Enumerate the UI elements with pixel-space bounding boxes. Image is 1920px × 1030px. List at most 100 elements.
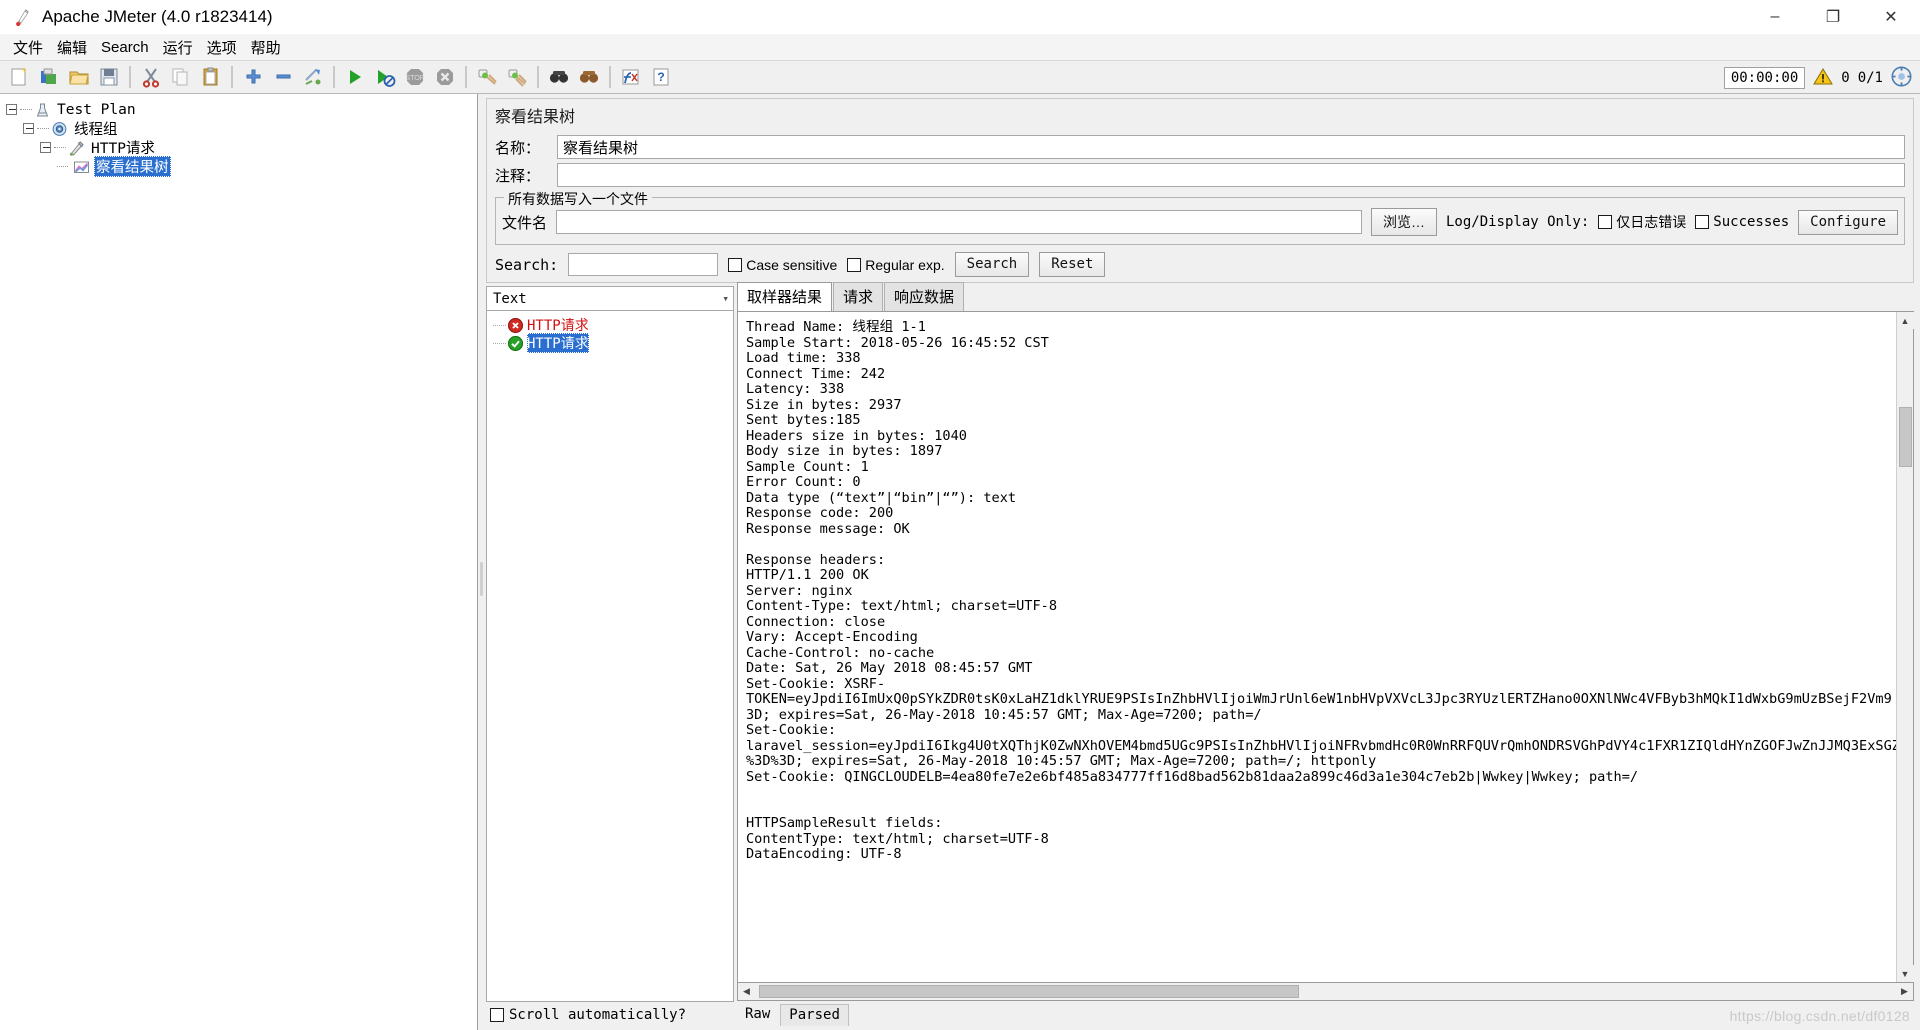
configure-button[interactable]: Configure (1798, 209, 1898, 235)
scroll-automatically-wrap[interactable]: Scroll automatically? (486, 1002, 734, 1026)
search-reset-button[interactable]: Reset (1039, 252, 1106, 277)
stop-button[interactable]: STOP (400, 63, 430, 92)
menu-bar: 文件 编辑 Search 运行 选项 帮助 (0, 34, 1920, 61)
reset-search-button[interactable] (574, 63, 604, 92)
hscroll-track[interactable] (755, 984, 1896, 999)
close-button[interactable]: ✕ (1862, 0, 1920, 34)
results-tree[interactable]: HTTP请求 HTTP请求 (486, 311, 734, 1002)
main-area: Test Plan 线程组 HTTP请求 察看结果树 察看结果树 名称： 察看结… (0, 94, 1920, 1030)
test-plan-tree: Test Plan 线程组 HTTP请求 察看结果树 (6, 100, 477, 177)
sampler-result-text: Thread Name: 线程组 1-1 Sample Start: 2018-… (746, 319, 1896, 862)
clear-button[interactable] (472, 63, 502, 92)
hscrollbar-thumb[interactable] (759, 985, 1299, 998)
results-area: Text ▾ HTTP请求 HTTP请求 Scroll automaticall… (486, 282, 1914, 1026)
errors-only-checkbox[interactable] (1598, 215, 1613, 229)
cut-button[interactable] (136, 63, 166, 92)
scroll-automatically-label: Scroll automatically? (509, 1007, 687, 1023)
templates-button[interactable] (34, 63, 64, 92)
menu-run[interactable]: 运行 (156, 35, 200, 60)
http-request-icon (68, 140, 85, 156)
start-button[interactable] (340, 63, 370, 92)
tree-node-test-plan[interactable]: Test Plan (6, 100, 477, 119)
errors-only-checkbox-wrap[interactable]: 仅日志错误 (1598, 212, 1686, 232)
regular-exp-checkbox[interactable] (847, 257, 862, 272)
filename-input[interactable] (556, 210, 1362, 234)
name-input[interactable] (557, 135, 1905, 159)
clear-all-button[interactable] (502, 63, 532, 92)
window-controls: – ❐ ✕ (1746, 0, 1920, 34)
successes-checkbox-wrap[interactable]: Successes (1695, 214, 1789, 230)
start-no-pauses-button[interactable] (370, 63, 400, 92)
horizontal-scrollbar[interactable]: ◀ ▶ (737, 983, 1914, 1001)
case-sensitive-checkbox-wrap[interactable]: Case sensitive (728, 257, 837, 273)
filename-label: 文件名 (502, 214, 548, 232)
write-all-data-to-file-legend: 所有数据写入一个文件 (504, 189, 652, 209)
maximize-button[interactable]: ❐ (1804, 0, 1862, 34)
successes-checkbox[interactable] (1695, 215, 1710, 229)
help-button[interactable]: ? (646, 63, 676, 92)
result-item-failed[interactable]: HTTP请求 (493, 316, 733, 334)
toolbar-separator (537, 66, 539, 88)
open-button[interactable] (64, 63, 94, 92)
scroll-down-icon[interactable]: ▼ (1896, 965, 1914, 982)
tree-label-view-results-tree: 察看结果树 (94, 156, 171, 177)
renderer-select[interactable]: Text ▾ (486, 286, 734, 311)
bottom-tab-raw[interactable]: Raw (737, 1004, 778, 1026)
regular-exp-checkbox-wrap[interactable]: Regular exp. (847, 257, 945, 273)
tree-node-thread-group[interactable]: 线程组 (6, 119, 477, 138)
toggle-button[interactable] (298, 63, 328, 92)
toolbar-separator (129, 66, 131, 88)
svg-text:STOP: STOP (406, 75, 425, 82)
menu-edit[interactable]: 编辑 (50, 35, 94, 60)
scroll-up-icon[interactable]: ▲ (1896, 312, 1914, 329)
browse-button[interactable]: 浏览… (1370, 208, 1437, 236)
tree-expand-handle-thread-group[interactable] (23, 123, 34, 134)
collapse-button[interactable] (268, 63, 298, 92)
search-input[interactable] (568, 253, 719, 276)
test-plan-tree-pane[interactable]: Test Plan 线程组 HTTP请求 察看结果树 (0, 94, 478, 1030)
scroll-automatically-checkbox[interactable] (490, 1008, 504, 1022)
tree-expand-handle-http-request[interactable] (40, 142, 51, 153)
search-button[interactable] (544, 63, 574, 92)
tab-sampler-result[interactable]: 取样器结果 (737, 282, 833, 311)
bottom-tab-parsed[interactable]: Parsed (780, 1004, 849, 1026)
minimize-button[interactable]: – (1746, 0, 1804, 34)
tab-response-data[interactable]: 响应数据 (884, 282, 965, 311)
scrollbar-thumb[interactable] (1898, 407, 1912, 467)
test-plan-icon (34, 102, 51, 118)
menu-options[interactable]: 选项 (200, 35, 244, 60)
copy-button[interactable] (166, 63, 196, 92)
function-helper-button[interactable] (616, 63, 646, 92)
menu-help[interactable]: 帮助 (244, 35, 288, 60)
active-threads-icon[interactable] (1891, 66, 1912, 90)
tree-node-http-request[interactable]: HTTP请求 (6, 138, 477, 157)
menu-file[interactable]: 文件 (6, 35, 50, 60)
scroll-right-icon[interactable]: ▶ (1896, 983, 1913, 1000)
active-threads-count: 0/1 (1857, 69, 1883, 86)
tree-node-view-results-tree[interactable]: 察看结果树 (6, 156, 477, 177)
vertical-scrollbar[interactable]: ▲ ▼ (1896, 312, 1914, 982)
expand-button[interactable] (238, 63, 268, 92)
toolbar: STOP ? 00:00:00 0 0/1 (0, 61, 1920, 94)
new-button[interactable] (4, 63, 34, 92)
tree-connector (57, 166, 68, 167)
tab-request[interactable]: 请求 (833, 282, 884, 311)
warning-count: 0 (1841, 69, 1850, 86)
warning-triangle-icon[interactable] (1813, 67, 1834, 89)
save-button[interactable] (94, 63, 124, 92)
tree-label-test-plan: Test Plan (57, 101, 136, 118)
result-item-success[interactable]: HTTP请求 (493, 333, 733, 353)
comment-input[interactable] (557, 163, 1905, 187)
scroll-left-icon[interactable]: ◀ (738, 983, 755, 1000)
toolbar-status-area: 00:00:00 0 0/1 (1723, 61, 1912, 94)
write-all-data-to-file-group: 所有数据写入一个文件 文件名 浏览… Log/Display Only: 仅日志… (495, 189, 1905, 245)
menu-search[interactable]: Search (94, 37, 156, 58)
tree-expand-handle-test-plan[interactable] (6, 104, 17, 115)
vertical-splitter[interactable] (478, 94, 486, 1030)
shutdown-button[interactable] (430, 63, 460, 92)
paste-button[interactable] (196, 63, 226, 92)
case-sensitive-checkbox[interactable] (728, 257, 743, 272)
search-submit-button[interactable]: Search (954, 252, 1030, 277)
renderer-select-value: Text (493, 290, 527, 307)
svg-text:?: ? (657, 70, 664, 84)
